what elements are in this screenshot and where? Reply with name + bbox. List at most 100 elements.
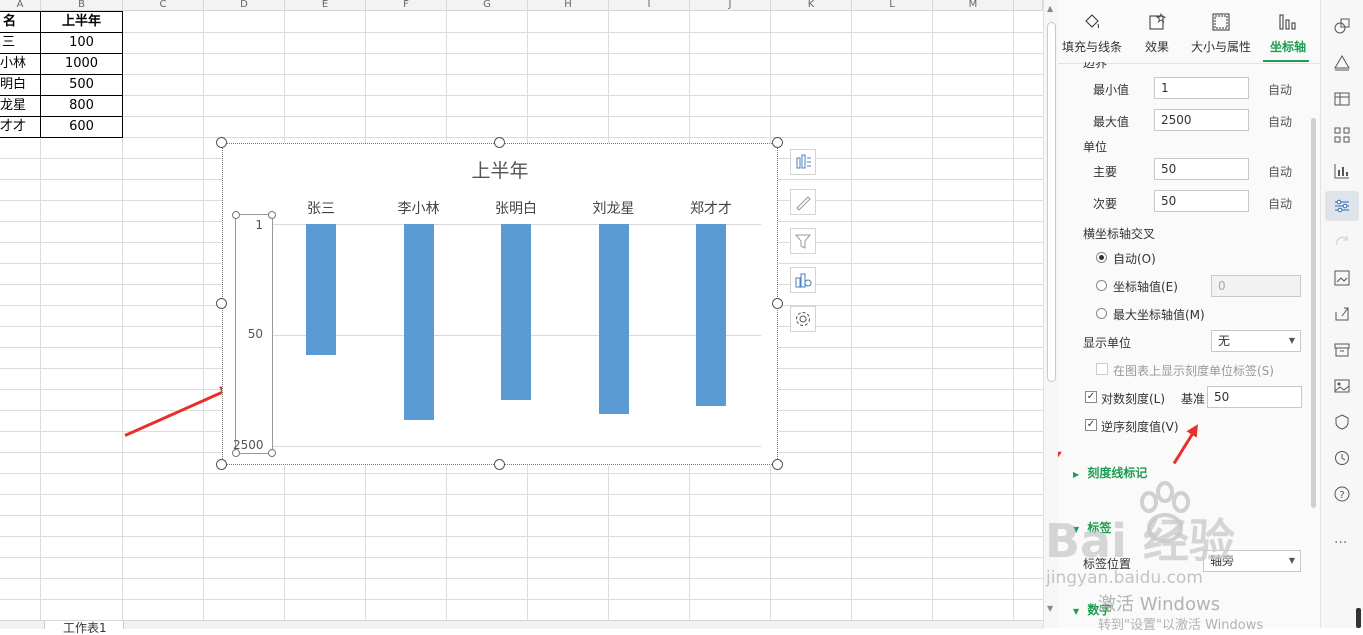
chart-title[interactable]: 上半年 xyxy=(223,156,777,183)
chart-icon[interactable] xyxy=(1333,162,1351,180)
bar-chart[interactable]: 上半年 张三 李小林 张明白 刘龙星 郑才才 1 50 2500 xyxy=(222,143,778,465)
resize-handle-br[interactable] xyxy=(772,459,783,470)
chart-bar[interactable] xyxy=(403,224,434,420)
resize-handle-tl[interactable] xyxy=(216,137,227,148)
cell-a6[interactable]: 才才 xyxy=(0,117,40,138)
column-header-l[interactable]: L xyxy=(852,0,933,11)
cross-value-input[interactable]: 0 xyxy=(1211,275,1301,297)
reverse-order-label[interactable]: 逆序刻度值(V) xyxy=(1101,418,1179,435)
cell-a2[interactable]: 三 xyxy=(0,33,40,54)
scroll-up-icon[interactable]: ▲ xyxy=(1047,4,1053,13)
resize-handle-b[interactable] xyxy=(494,459,505,470)
chart-bar[interactable] xyxy=(306,224,336,355)
column-header-a[interactable]: A xyxy=(0,0,41,11)
cell-a3[interactable]: 小林 xyxy=(0,54,40,75)
history-icon[interactable] xyxy=(1333,449,1351,467)
spreadsheet-grid[interactable]: A B C D E F G H I J K L M 名 上半年 三 100 小林… xyxy=(0,0,1043,620)
log-base-input[interactable]: 50 xyxy=(1207,386,1302,408)
cell-b6[interactable]: 600 xyxy=(41,117,122,138)
image-edit-icon[interactable] xyxy=(1333,269,1351,287)
min-auto-button[interactable]: 自动 xyxy=(1268,81,1292,98)
resize-handle-tr[interactable] xyxy=(772,137,783,148)
column-header-j[interactable]: J xyxy=(690,0,771,11)
reverse-order-checkbox[interactable]: ✓ xyxy=(1085,419,1097,431)
cross-value-label[interactable]: 坐标轴值(E) xyxy=(1113,278,1178,295)
axis-handle[interactable] xyxy=(268,449,276,457)
tab-effects[interactable]: 效果 xyxy=(1125,12,1189,55)
help-icon[interactable]: ? xyxy=(1333,485,1351,503)
cross-auto-label[interactable]: 自动(O) xyxy=(1113,250,1156,267)
cell-b3[interactable]: 1000 xyxy=(41,54,122,75)
major-unit-input[interactable]: 50 xyxy=(1154,158,1249,180)
more-icon[interactable]: ··· xyxy=(1334,535,1347,551)
column-header-f[interactable]: F xyxy=(366,0,447,11)
archive-icon[interactable] xyxy=(1333,341,1351,359)
cell-b2[interactable]: 100 xyxy=(41,33,122,54)
cross-value-radio[interactable] xyxy=(1096,280,1107,291)
tab-fill-and-line[interactable]: 填充与线条 xyxy=(1060,12,1124,55)
display-unit-select[interactable]: 无 ▼ xyxy=(1211,330,1301,352)
tick-marks-section-toggle[interactable]: ▶ 刻度线标记 xyxy=(1073,464,1147,481)
cell-a1[interactable]: 名 xyxy=(0,12,40,33)
cell-b4[interactable]: 500 xyxy=(41,75,122,96)
settings-sliders-icon[interactable] xyxy=(1333,197,1351,215)
column-header-d[interactable]: D xyxy=(204,0,285,11)
cross-max-radio[interactable] xyxy=(1096,308,1107,319)
table-icon[interactable] xyxy=(1333,90,1351,108)
chart-settings-button[interactable] xyxy=(790,306,816,332)
picture-icon[interactable] xyxy=(1333,377,1351,395)
cross-max-label[interactable]: 最大坐标轴值(M) xyxy=(1113,306,1205,323)
grid-apps-icon[interactable] xyxy=(1333,126,1351,144)
max-label: 最大值 xyxy=(1093,115,1130,129)
log-scale-checkbox[interactable]: ✓ xyxy=(1085,391,1097,403)
tab-size-and-properties[interactable]: 大小与属性 xyxy=(1186,12,1256,55)
column-header-n[interactable] xyxy=(1014,0,1043,11)
column-header-h[interactable]: H xyxy=(528,0,609,11)
column-header-c[interactable]: C xyxy=(123,0,204,11)
shield-icon[interactable] xyxy=(1333,413,1351,431)
cross-auto-radio[interactable] xyxy=(1096,252,1107,263)
tab-axis[interactable]: 坐标轴 xyxy=(1256,12,1320,55)
style-icon[interactable] xyxy=(1333,54,1351,72)
fill-bucket-icon xyxy=(1085,14,1099,29)
show-unit-checkbox[interactable] xyxy=(1096,363,1108,375)
chart-quick-layout-button[interactable] xyxy=(790,267,816,293)
cell-b5[interactable]: 800 xyxy=(41,96,122,117)
column-header-e[interactable]: E xyxy=(285,0,366,11)
resize-handle-bl[interactable] xyxy=(216,459,227,470)
chart-elements-button[interactable] xyxy=(790,149,816,175)
resize-handle-r[interactable] xyxy=(772,298,783,309)
show-unit-label: 在图表上显示刻度单位标签(S) xyxy=(1113,364,1274,378)
resize-handle-t[interactable] xyxy=(494,137,505,148)
chart-filter-button[interactable] xyxy=(790,228,816,254)
side-toolbar[interactable]: ? ··· xyxy=(1320,0,1363,628)
axis-handle[interactable] xyxy=(268,211,276,219)
max-auto-button[interactable]: 自动 xyxy=(1268,113,1292,130)
column-header-k[interactable]: K xyxy=(771,0,852,11)
column-header-m[interactable]: M xyxy=(933,0,1014,11)
minor-unit-input[interactable]: 50 xyxy=(1154,190,1249,212)
panel-scrollbar[interactable] xyxy=(1311,118,1316,508)
major-auto-button[interactable]: 自动 xyxy=(1268,163,1292,180)
column-header-g[interactable]: G xyxy=(447,0,528,11)
scroll-down-icon[interactable]: ▼ xyxy=(1047,604,1053,613)
resize-handle-l[interactable] xyxy=(216,298,227,309)
column-header-b[interactable]: B xyxy=(41,0,123,11)
cell-b1[interactable]: 上半年 xyxy=(41,12,122,33)
chart-bar[interactable] xyxy=(501,224,531,401)
chart-style-button[interactable] xyxy=(790,189,816,215)
chart-bar[interactable] xyxy=(696,224,726,406)
max-value-input[interactable]: 2500 xyxy=(1154,109,1249,131)
scrollbar-thumb[interactable] xyxy=(1047,22,1056,382)
cell-a4[interactable]: 明白 xyxy=(0,75,40,96)
share-icon[interactable] xyxy=(1333,305,1351,323)
chart-bar[interactable] xyxy=(598,224,629,414)
column-header-i[interactable]: I xyxy=(609,0,690,11)
cell-a5[interactable]: 龙星 xyxy=(0,96,40,117)
minor-auto-button[interactable]: 自动 xyxy=(1268,195,1292,212)
min-value-input[interactable]: 1 xyxy=(1154,77,1249,99)
log-scale-label[interactable]: 对数刻度(L) xyxy=(1101,390,1165,407)
tab-label: 填充与线条 xyxy=(1061,40,1122,54)
toolbar-scrollbar[interactable] xyxy=(1356,608,1361,628)
shapes-icon[interactable] xyxy=(1333,17,1351,35)
